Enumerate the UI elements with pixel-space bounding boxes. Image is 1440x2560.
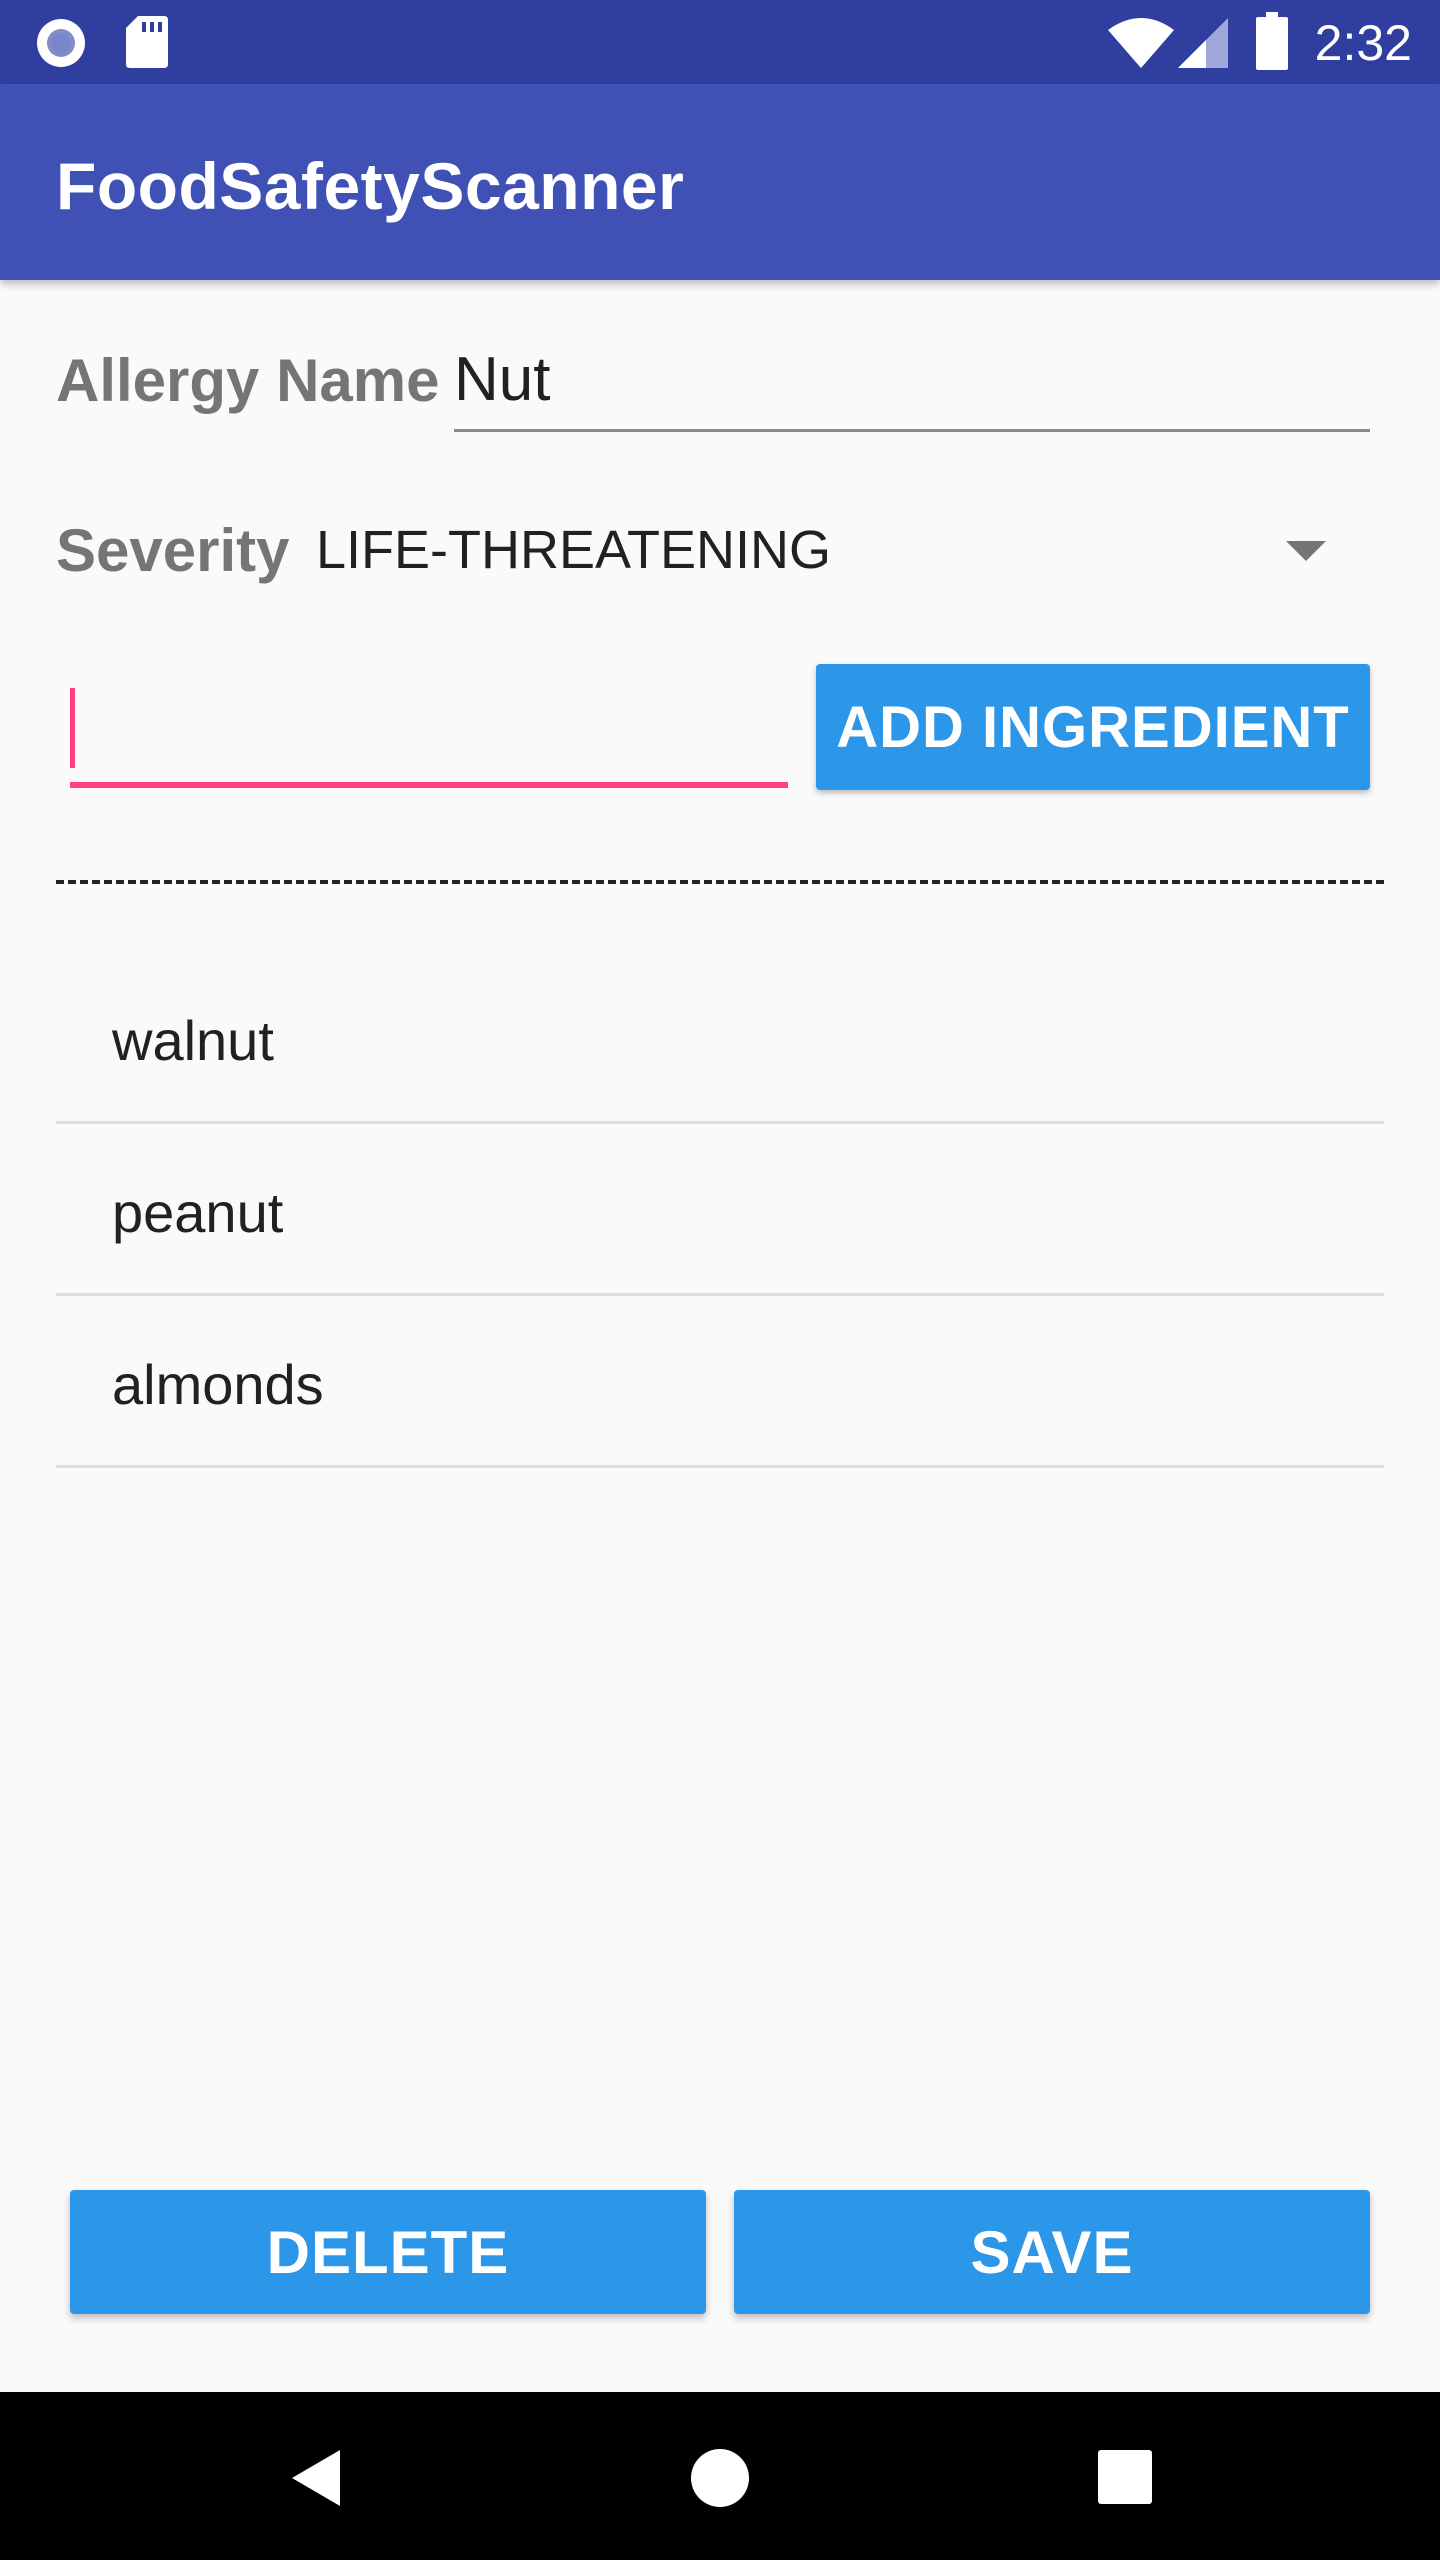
severity-value: LIFE-THREATENING bbox=[316, 520, 832, 580]
add-ingredient-button[interactable]: ADD INGREDIENT bbox=[816, 664, 1370, 790]
status-time: 2:32 bbox=[1314, 15, 1412, 71]
ingredient-list: walnut peanut almonds bbox=[56, 952, 1384, 1468]
home-icon[interactable] bbox=[690, 2448, 750, 2508]
back-icon[interactable] bbox=[288, 2448, 344, 2508]
app-bar: FoodSafetyScanner bbox=[0, 84, 1440, 280]
dropdown-arrow-icon bbox=[1286, 541, 1326, 561]
navigation-bar bbox=[0, 2392, 1440, 2560]
ingredient-input[interactable] bbox=[70, 680, 788, 788]
dashed-divider bbox=[56, 880, 1384, 884]
list-item-label: peanut bbox=[112, 1181, 284, 1244]
list-item[interactable]: walnut bbox=[56, 952, 1384, 1124]
list-item-label: almonds bbox=[112, 1353, 324, 1416]
signal-icon bbox=[1178, 18, 1228, 68]
severity-spinner[interactable]: LIFE-THREATENING bbox=[300, 505, 1380, 595]
text-cursor bbox=[70, 688, 75, 768]
allergy-name-label: Allergy Name bbox=[56, 347, 440, 414]
list-item-label: walnut bbox=[112, 1009, 274, 1072]
record-icon bbox=[37, 19, 85, 67]
battery-icon bbox=[1256, 12, 1288, 70]
severity-label: Severity bbox=[56, 517, 290, 584]
sd-card-icon bbox=[126, 16, 168, 68]
wifi-icon bbox=[1108, 18, 1174, 68]
save-button[interactable]: SAVE bbox=[734, 2190, 1370, 2314]
allergy-name-input[interactable]: Nut bbox=[454, 340, 1370, 432]
allergy-name-value: Nut bbox=[454, 345, 551, 414]
list-item[interactable]: almonds bbox=[56, 1296, 1384, 1468]
recents-icon[interactable] bbox=[1098, 2450, 1152, 2504]
list-item[interactable]: peanut bbox=[56, 1124, 1384, 1296]
delete-button[interactable]: DELETE bbox=[70, 2190, 706, 2314]
app-title: FoodSafetyScanner bbox=[56, 149, 685, 223]
status-bar: 2:32 bbox=[0, 0, 1440, 84]
